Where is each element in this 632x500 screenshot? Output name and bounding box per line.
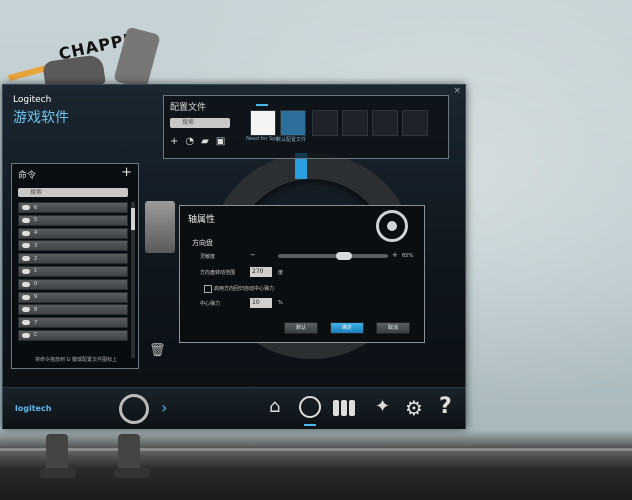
profile-slot-empty[interactable] [372, 110, 398, 136]
list-item[interactable]: 9 [18, 291, 128, 303]
steering-wheel-icon [376, 210, 408, 242]
app-window: × Logitech 游戏软件 配置文件 ⌕ 搜索 + ◔ ▰ ▣ Need f… [2, 84, 466, 429]
pedals-icon[interactable] [333, 400, 355, 416]
profile-slot-label: Need for Spe [246, 136, 279, 142]
sensitivity-label: 灵敏度 [200, 254, 216, 260]
list-item[interactable]: 0 [18, 278, 128, 290]
default-button[interactable]: 默认 [284, 322, 318, 334]
trash-icon[interactable]: 🗑 [149, 343, 166, 358]
list-item[interactable]: 6 [18, 202, 128, 213]
section-title: 方向盘 [192, 239, 213, 247]
folder-icon[interactable]: ▰ [201, 136, 209, 147]
profile-toolbar: + ◔ ▰ ▣ [170, 136, 225, 147]
rotation-input[interactable]: 270 [250, 267, 272, 277]
mouse-icon [22, 268, 30, 274]
mouse-icon [22, 230, 30, 236]
list-item[interactable]: 4 [18, 227, 128, 239]
add-profile-icon[interactable]: + [170, 136, 178, 147]
commands-title: 命令 [18, 171, 37, 181]
profile-slot-empty[interactable] [342, 110, 368, 136]
list-item[interactable]: 2 [18, 253, 128, 265]
rotation-label: 方向盘转动范围 [200, 270, 236, 276]
mouse-icon [22, 332, 30, 338]
center-spring-input[interactable]: 10 [250, 298, 272, 308]
profiles-panel: 配置文件 ⌕ 搜索 + ◔ ▰ ▣ Need for Spe 默认配置文件 [163, 95, 449, 159]
mouse-icon [22, 205, 30, 210]
profile-slot-empty[interactable] [402, 110, 428, 136]
add-command-button[interactable]: + [121, 165, 132, 180]
printer-icon[interactable]: ▣ [216, 136, 225, 147]
wheel-settings-icon[interactable] [299, 396, 321, 418]
centering-checkbox[interactable] [204, 285, 212, 293]
center-spring-unit: % [278, 300, 283, 306]
close-icon[interactable]: × [453, 86, 461, 96]
slider-thumb[interactable] [336, 252, 353, 260]
clock-icon[interactable]: ◔ [185, 136, 194, 147]
list-item[interactable]: 7 [18, 317, 128, 329]
dialog-title: 轴属性 [188, 215, 216, 225]
mouse-icon [22, 320, 30, 326]
home-icon[interactable]: ⌂ [269, 396, 280, 417]
brand-name: Logitech [13, 95, 52, 105]
pedals-image [145, 201, 175, 253]
chevron-right-icon[interactable]: › [161, 398, 167, 417]
logitech-logo: logitech [15, 404, 52, 413]
list-item[interactable]: 3 [18, 240, 128, 252]
sensitivity-decrease[interactable]: − [250, 251, 256, 259]
cancel-button[interactable]: 取消 [376, 322, 410, 334]
ok-button[interactable]: 确定 [330, 322, 364, 334]
list-item[interactable]: C [18, 329, 128, 341]
mouse-icon [22, 307, 30, 313]
active-profile-indicator [256, 104, 268, 106]
device-wheel-icon[interactable] [119, 394, 149, 424]
list-item[interactable]: 8 [18, 304, 128, 316]
profiles-title: 配置文件 [170, 103, 207, 113]
command-scrollbar[interactable] [131, 202, 135, 358]
mouse-icon [22, 294, 30, 300]
profile-slot-default[interactable] [280, 110, 306, 136]
list-item[interactable]: 1 [18, 265, 128, 277]
profile-slot-empty[interactable] [312, 110, 338, 136]
sensitivity-percent: 65% [402, 253, 414, 259]
mouse-icon [22, 256, 30, 262]
axis-properties-dialog: 轴属性 方向盘 灵敏度 − + 65% 方向盘转动范围 270 度 启用方向回归… [179, 205, 425, 343]
active-tab-indicator [304, 424, 316, 426]
centering-label: 启用方向回归自动中心弹力 [214, 286, 275, 292]
center-spring-label: 中心弹力 [200, 301, 221, 307]
command-search-input[interactable]: 搜索 [18, 188, 128, 197]
game-icon[interactable]: ✦ [375, 396, 390, 417]
mouse-icon [22, 217, 30, 223]
robot-foot [40, 468, 76, 478]
bottom-bar: logitech › ⌂ ✦ ⚙ ? [3, 387, 465, 429]
robot-legs-decoration [40, 430, 170, 478]
command-list: 6 5 4 3 2 1 0 9 8 7 C [18, 202, 128, 343]
profile-slot-nfs[interactable] [250, 110, 276, 136]
help-icon[interactable]: ? [439, 394, 452, 419]
list-item[interactable]: 5 [18, 214, 128, 226]
sensitivity-increase[interactable]: + [392, 251, 398, 259]
profile-search-input[interactable]: 搜索 [170, 118, 230, 128]
scrollbar-thumb[interactable] [131, 208, 135, 230]
app-title: 游戏软件 [13, 110, 69, 126]
robot-foot [114, 468, 150, 478]
rotation-unit: 度 [278, 270, 284, 276]
mouse-icon [22, 243, 30, 249]
command-hint: 将命令拖放到 G 键或配置文件图标上 [34, 357, 118, 363]
mouse-icon [22, 281, 30, 287]
sensitivity-slider[interactable] [278, 252, 388, 260]
gear-icon[interactable]: ⚙ [405, 396, 423, 420]
commands-panel: 命令 + ⌕ 搜索 6 5 4 3 2 1 0 9 8 7 C 将命令拖放到 G… [11, 163, 139, 369]
profile-slot-label: 默认配置文件 [276, 137, 307, 143]
